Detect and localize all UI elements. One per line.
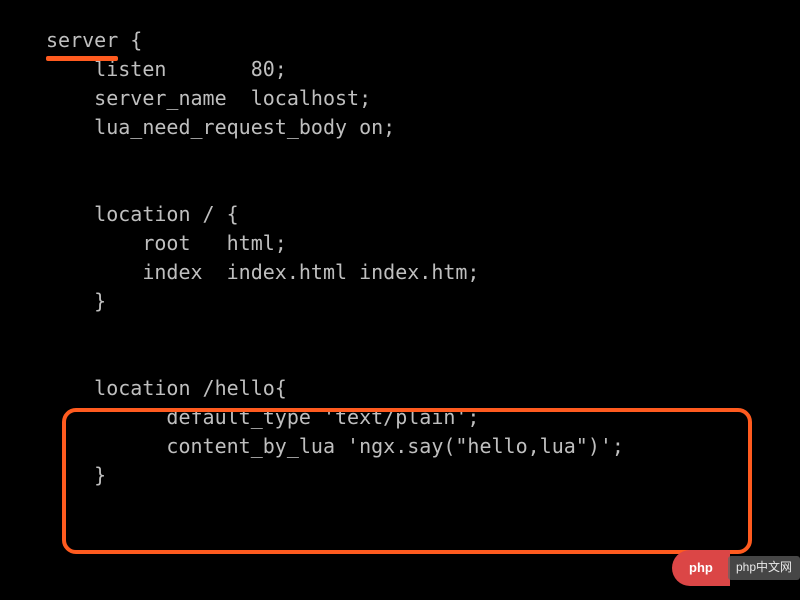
code-line-14: default_type 'text/plain'; <box>46 403 754 432</box>
code-line-8: root html; <box>46 229 754 258</box>
code-line-15: content_by_lua 'ngx.say("hello,lua")'; <box>46 432 754 461</box>
watermark-text: php中文网 <box>728 556 800 579</box>
code-line-5 <box>46 142 754 171</box>
code-line-2: listen 80; <box>46 55 754 84</box>
code-line-3: server_name localhost; <box>46 84 754 113</box>
watermark: php php中文网 <box>672 550 800 586</box>
code-line-9: index index.html index.htm; <box>46 258 754 287</box>
code-line-12 <box>46 345 754 374</box>
code-line-7: location / { <box>46 200 754 229</box>
underline-highlight <box>46 56 118 61</box>
code-line-10: } <box>46 287 754 316</box>
server-keyword: server <box>46 26 118 55</box>
code-line-11 <box>46 316 754 345</box>
code-line-1: server { <box>46 26 754 55</box>
code-line-6 <box>46 171 754 200</box>
code-line-4: lua_need_request_body on; <box>46 113 754 142</box>
server-text: server <box>46 28 118 52</box>
watermark-logo: php <box>672 550 730 586</box>
code-line-13: location /hello{ <box>46 374 754 403</box>
line1-rest: { <box>118 28 142 52</box>
code-line-16: } <box>46 461 754 490</box>
